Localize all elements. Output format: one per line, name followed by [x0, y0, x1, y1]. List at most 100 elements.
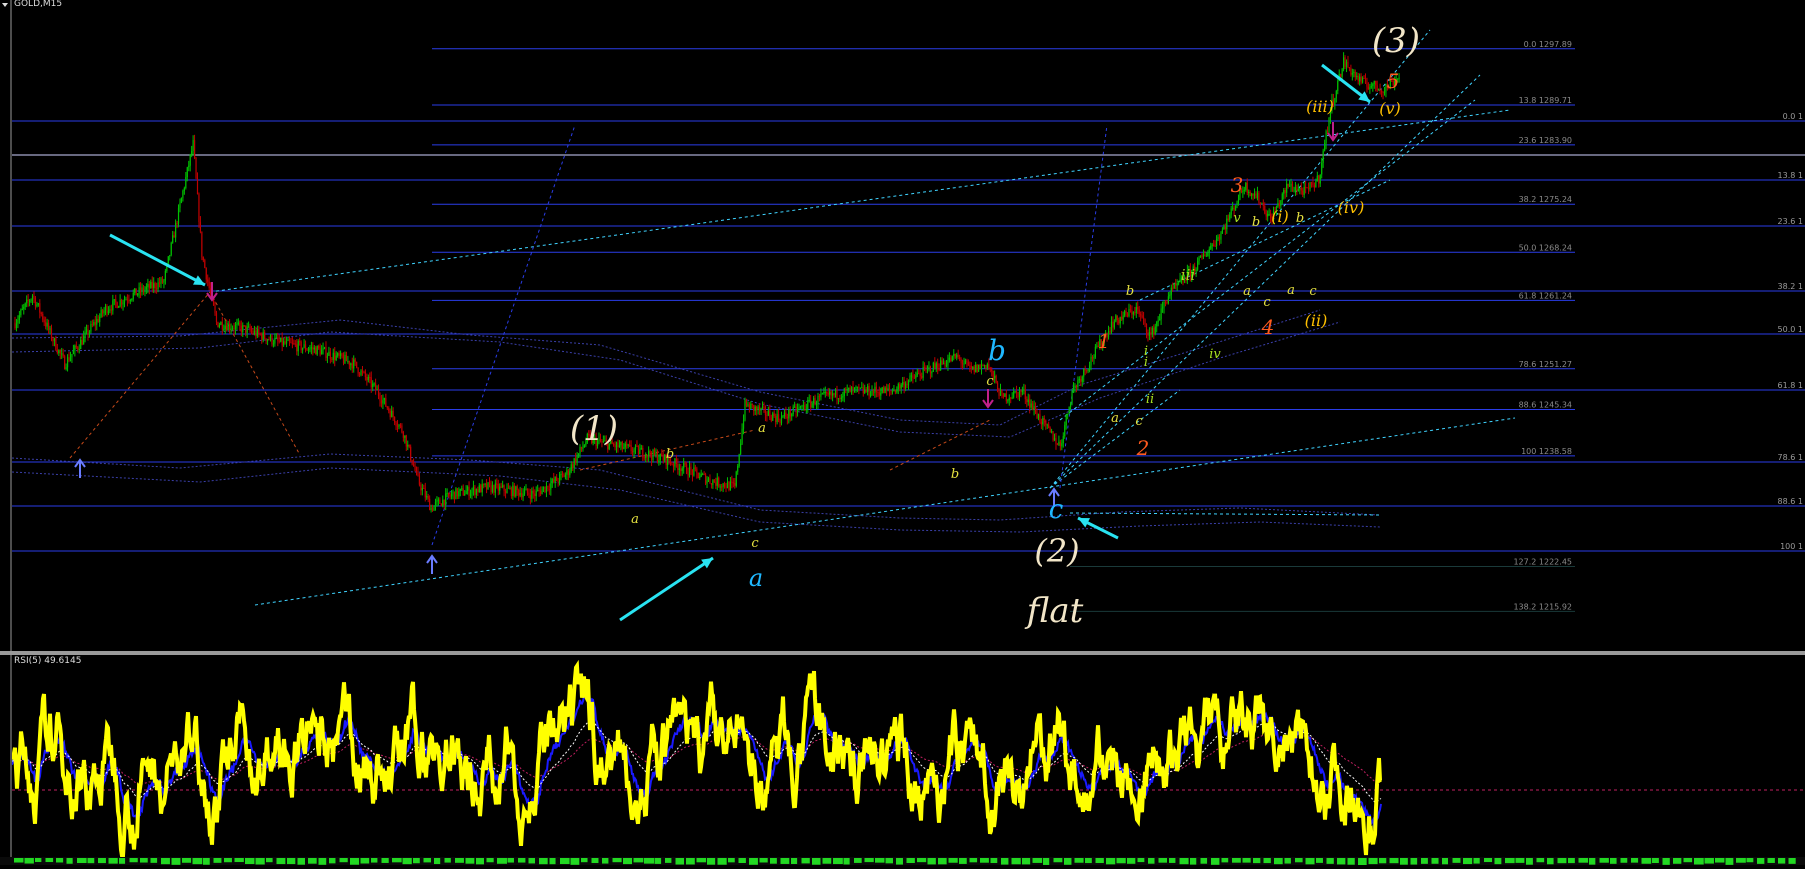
candle-body — [978, 364, 980, 372]
candle-body — [830, 391, 832, 396]
candle-body — [703, 473, 705, 475]
candle-body — [671, 464, 673, 466]
candle-body — [896, 389, 898, 393]
candle-body — [735, 471, 737, 486]
candle-body — [462, 488, 464, 496]
candle-body — [408, 444, 410, 447]
candle-body — [1223, 226, 1225, 230]
candle-body — [53, 338, 56, 342]
candle-body — [199, 221, 202, 232]
candle-body — [177, 207, 180, 224]
candle-body — [405, 435, 407, 447]
wave-label: b — [1252, 215, 1260, 230]
candle-body — [829, 391, 831, 395]
candle-body — [723, 483, 726, 487]
bottom-indicator-bar — [1400, 858, 1408, 865]
candle-body — [1087, 368, 1089, 371]
candle-body — [776, 414, 778, 423]
candle-body — [1246, 182, 1248, 193]
candle-body — [640, 447, 642, 450]
candle-body — [839, 398, 841, 400]
bottom-indicator-bar — [633, 858, 644, 863]
candle-body — [570, 464, 572, 472]
candle-body — [751, 403, 753, 405]
candle-body — [515, 486, 517, 497]
bottom-indicator-bar — [969, 858, 978, 863]
candle-body — [934, 362, 936, 369]
candle-body — [58, 350, 60, 354]
bottom-indicator-bar — [948, 858, 958, 863]
candle-body — [264, 332, 266, 339]
panel-separator[interactable] — [0, 651, 1805, 655]
bottom-indicator-bar — [875, 858, 885, 863]
candle-body — [655, 453, 657, 456]
candle-body — [525, 488, 527, 491]
candle-body — [929, 366, 932, 374]
candle-body — [358, 373, 361, 375]
fib-right-label: 78.6 1 — [1778, 453, 1803, 462]
candle-body — [321, 349, 323, 355]
candle-body — [849, 387, 851, 393]
candle-body — [218, 324, 220, 328]
wave-label: (iv) — [1338, 198, 1365, 217]
candle-body — [648, 450, 650, 457]
candle-body — [382, 399, 384, 404]
candle-body — [871, 389, 873, 396]
candle-body — [1154, 326, 1156, 335]
bottom-indicator-bar — [1704, 858, 1714, 864]
candle-body — [1325, 131, 1327, 144]
wave-label: (ii) — [1305, 311, 1328, 330]
price-chart[interactable]: 0.0 1297.89 13.8 1289.71 23.6 1283.90 38.2 … — [0, 0, 1805, 865]
candle-body — [291, 342, 293, 344]
candle-body — [221, 322, 223, 330]
candle-body — [855, 387, 857, 389]
candle-body — [468, 486, 470, 497]
candle-body — [772, 413, 774, 421]
candle-body — [925, 367, 927, 369]
candle-body — [576, 455, 578, 463]
candle-body — [834, 389, 837, 395]
candle-body — [932, 362, 934, 372]
candle-body — [1207, 252, 1209, 256]
candle-body — [779, 419, 781, 424]
candle-body — [97, 319, 99, 322]
bottom-indicator-bar — [287, 858, 296, 865]
candle-body — [1357, 75, 1359, 82]
candle-body — [1287, 183, 1289, 187]
bottom-indicator-bar — [990, 858, 998, 864]
candle-body — [1253, 193, 1256, 196]
candle-body — [379, 395, 381, 401]
bottom-indicator-bar — [1736, 858, 1746, 863]
candle-body — [756, 406, 758, 411]
candle-body — [1039, 414, 1041, 422]
candle-body — [266, 339, 269, 342]
candle-body — [890, 390, 892, 392]
candle-body — [1341, 69, 1343, 77]
candle-body — [426, 496, 428, 498]
wave-label: 5 — [1387, 69, 1400, 93]
candle-body — [481, 483, 483, 493]
bottom-indicator-bar — [686, 858, 695, 865]
candle-body — [94, 322, 96, 325]
candle-body — [62, 353, 64, 357]
bottom-indicator-bar — [1232, 858, 1241, 863]
wave-label: ii — [1146, 392, 1154, 407]
candle-body — [1361, 77, 1364, 83]
candle-body — [1299, 187, 1301, 190]
candle-body — [245, 325, 247, 333]
candle-body — [440, 503, 442, 507]
bottom-indicator-bar — [1746, 858, 1754, 863]
candle-body — [485, 483, 488, 490]
candle-body — [982, 365, 984, 367]
candle-body — [220, 322, 222, 325]
candle-body — [926, 367, 929, 369]
candle-body — [1084, 369, 1086, 371]
bottom-indicator-bar — [1137, 858, 1145, 863]
candle-body — [208, 281, 210, 289]
candle-body — [506, 487, 508, 493]
bottom-indicator-bar — [1242, 858, 1251, 863]
bottom-indicator-bar — [696, 858, 707, 863]
candle-body — [185, 177, 187, 189]
candle-body — [161, 278, 164, 283]
candle-body — [1023, 389, 1025, 391]
